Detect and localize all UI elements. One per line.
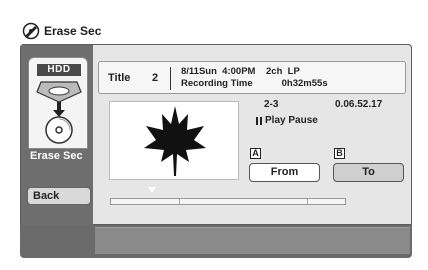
window-header: Erase Sec xyxy=(22,20,101,42)
recording-time: Recording Time 0h32m55s xyxy=(181,78,328,89)
title-number: 2 xyxy=(152,72,159,84)
recording-date: 8/11Sun 4:00PM 2ch LP xyxy=(181,66,300,77)
to-button[interactable]: To xyxy=(333,163,404,182)
progress-tick xyxy=(307,199,308,204)
playback-position-indicator xyxy=(148,187,157,193)
video-thumbnail xyxy=(109,101,239,180)
marker-a: A xyxy=(250,148,261,159)
window-title: Erase Sec xyxy=(44,24,102,38)
media-tab-hdd[interactable]: HDD xyxy=(28,57,88,149)
time-counter: 0.06.52.17 xyxy=(335,99,383,110)
pause-icon xyxy=(256,116,262,125)
from-button[interactable]: From xyxy=(249,163,320,182)
progress-tick xyxy=(179,199,180,204)
progress-bar[interactable] xyxy=(110,198,346,205)
message-panel xyxy=(95,227,410,254)
disc-edit-icon xyxy=(22,22,40,40)
title-info-bar: Title 2 8/11Sun 4:00PM 2ch LP Recording … xyxy=(98,61,406,94)
info-separator xyxy=(170,67,171,90)
hdd-disc-icon xyxy=(36,81,82,144)
playback-status: Play Pause xyxy=(256,115,318,126)
title-label: Title xyxy=(108,72,131,84)
function-label: Erase Sec xyxy=(30,150,83,162)
hdd-label: HDD xyxy=(37,64,81,76)
marker-b: B xyxy=(334,148,345,159)
back-button[interactable]: Back xyxy=(27,187,91,205)
chapter-number: 2-3 xyxy=(264,99,279,110)
playback-status-text: Play Pause xyxy=(265,115,318,126)
maple-leaf-icon xyxy=(144,106,206,176)
